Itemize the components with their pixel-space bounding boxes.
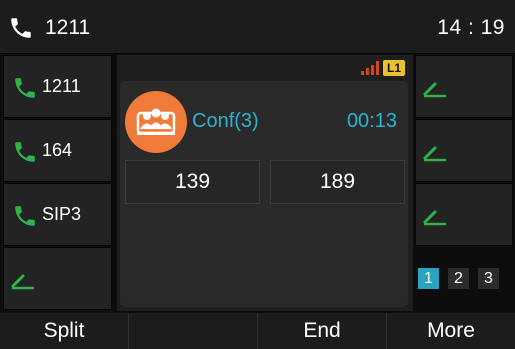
line-key-label: 1211	[42, 76, 81, 96]
right-line-key-1[interactable]	[415, 55, 513, 118]
conference-group-icon	[136, 108, 176, 135]
page-3[interactable]: 3	[478, 268, 499, 289]
phone-icon	[11, 18, 31, 38]
line-key-icon	[11, 274, 35, 290]
right-line-key-2[interactable]	[415, 119, 513, 182]
more-softkey[interactable]: More	[387, 313, 515, 349]
page-2[interactable]: 2	[448, 268, 469, 289]
call-area: L1 Conf(3) 00:13 139 189	[117, 55, 413, 311]
clock-time: 14 : 19	[437, 16, 505, 39]
page-1[interactable]: 1	[418, 268, 439, 289]
line-key-1211[interactable]: 1211	[3, 55, 112, 118]
conference-avatar	[125, 91, 187, 153]
call-timer: 00:13	[346, 110, 397, 132]
conference-party[interactable]: 139	[125, 160, 260, 204]
conference-name: Conf(3)	[192, 110, 259, 132]
conference-panel: Conf(3) 00:13 139 189	[120, 81, 408, 307]
softkey-bar: Split End More	[0, 313, 515, 349]
signal-bars-icon	[360, 61, 379, 75]
split-softkey[interactable]: Split	[0, 313, 129, 349]
phone-icon	[15, 142, 35, 162]
phone-icon	[15, 206, 35, 226]
line-key-label: 164	[42, 140, 73, 160]
top-status-bar: 1211 14 : 19	[0, 0, 515, 54]
conference-party[interactable]: 189	[270, 160, 405, 204]
line-key-164[interactable]: 164	[3, 119, 112, 182]
line-key-icon	[423, 210, 447, 226]
account-label: 1211	[45, 16, 91, 39]
phone-icon	[15, 78, 35, 98]
page-indicator: 1 2 3	[418, 268, 499, 289]
line-key-label: SIP3	[42, 204, 82, 224]
right-line-key-3[interactable]	[415, 183, 513, 246]
line-badge: L1	[382, 60, 405, 76]
empty-softkey[interactable]	[129, 313, 258, 349]
line-key-icon	[423, 82, 447, 98]
end-softkey[interactable]: End	[258, 313, 387, 349]
line-status: L1	[360, 59, 405, 77]
line-key-icon	[423, 146, 447, 162]
line-key-empty[interactable]	[3, 247, 112, 310]
line-key-sip3[interactable]: SIP3	[3, 183, 112, 246]
